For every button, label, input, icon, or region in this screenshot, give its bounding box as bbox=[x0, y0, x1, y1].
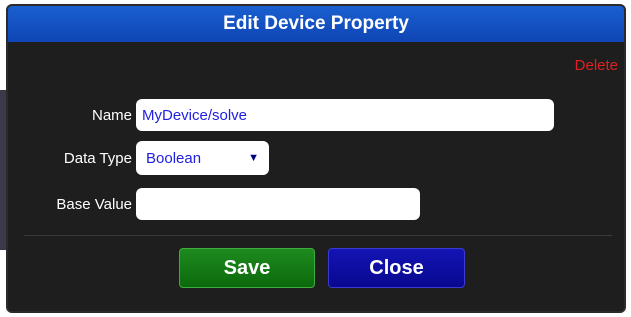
close-button-label: Close bbox=[369, 256, 424, 279]
delete-link[interactable]: Delete bbox=[575, 57, 618, 74]
data-type-row: Data Type Boolean ▼ bbox=[8, 141, 269, 175]
base-value-input[interactable] bbox=[136, 188, 420, 220]
edit-device-property-dialog: Edit Device Property Delete Name Data Ty… bbox=[6, 4, 626, 313]
chevron-down-icon: ▼ bbox=[248, 152, 259, 164]
data-type-label: Data Type bbox=[63, 149, 132, 167]
dialog-titlebar: Edit Device Property bbox=[8, 6, 624, 42]
form-divider bbox=[24, 235, 612, 236]
dialog-title: Edit Device Property bbox=[223, 13, 409, 34]
name-label: Name bbox=[91, 106, 132, 124]
close-button[interactable]: Close bbox=[328, 248, 465, 288]
name-row: Name bbox=[8, 98, 554, 132]
dialog-body: Delete Name Data Type Boolean ▼ Base Val… bbox=[8, 42, 624, 311]
name-input[interactable] bbox=[136, 99, 554, 131]
data-type-select[interactable]: Boolean ▼ bbox=[136, 141, 269, 175]
data-type-selected-value: Boolean bbox=[146, 149, 202, 167]
base-value-label: Base Value bbox=[56, 195, 132, 213]
save-button[interactable]: Save bbox=[179, 248, 315, 288]
base-value-row: Base Value bbox=[8, 187, 420, 221]
save-button-label: Save bbox=[223, 256, 271, 279]
